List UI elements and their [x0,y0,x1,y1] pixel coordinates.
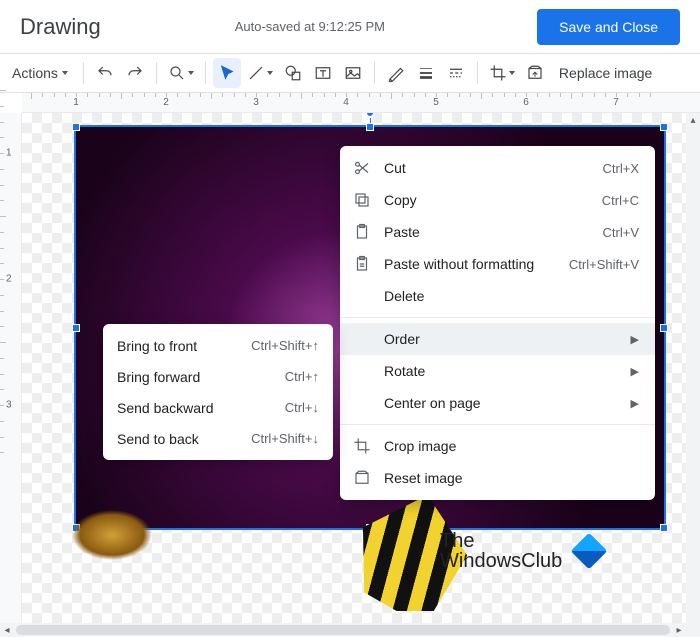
menu-item-reset-image[interactable]: Reset image [340,462,655,494]
scroll-right-icon[interactable]: ▸ [672,625,686,636]
scroll-track[interactable] [16,625,670,635]
reset-image-button[interactable] [521,58,549,88]
canvas-bee-image [40,499,160,589]
border-dash-button[interactable] [442,58,470,88]
watermark-logo-icon [571,533,608,570]
actions-menu-button[interactable]: Actions [4,58,76,88]
menu-item-crop-image[interactable]: Crop image [340,430,655,462]
toolbar: Actions Replace image [0,54,700,93]
crop-button[interactable] [485,58,519,88]
resize-handle-r[interactable] [660,324,668,332]
resize-handle-br[interactable] [660,524,668,532]
autosave-status: Auto-saved at 9:12:25 PM [125,19,537,34]
vertical-ruler: 123 [0,113,22,623]
redo-button[interactable] [121,58,149,88]
undo-button[interactable] [91,58,119,88]
order-submenu: Bring to front Ctrl+Shift+↑ Bring forwar… [103,324,333,460]
menu-item-paste-without-formatting[interactable]: Paste without formatting Ctrl+Shift+V [340,248,655,280]
horizontal-scrollbar[interactable]: ◂ ▸ [0,623,686,637]
copy-icon [352,191,372,209]
paste-plain-icon [352,255,372,273]
resize-handle-tr[interactable] [660,123,668,131]
replace-image-button[interactable]: Replace image [553,65,658,81]
dialog-title: Drawing [20,14,101,40]
rotation-handle[interactable] [366,113,374,117]
border-weight-button[interactable] [412,58,440,88]
menu-item-delete[interactable]: Delete [340,280,655,312]
watermark-line1: The [440,531,562,551]
save-and-close-button[interactable]: Save and Close [537,9,680,45]
resize-handle-tl[interactable] [72,123,80,131]
submenu-arrow-icon: ▶ [631,333,639,346]
submenu-arrow-icon: ▶ [631,397,639,410]
vertical-scrollbar[interactable]: ▴ [686,113,700,623]
menu-separator [340,317,655,318]
menu-item-copy[interactable]: Copy Ctrl+C [340,184,655,216]
line-tool-button[interactable] [243,58,277,88]
select-tool-button[interactable] [213,58,241,88]
resize-handle-t[interactable] [366,123,374,131]
textbox-tool-button[interactable] [309,58,337,88]
menu-item-cut[interactable]: Cut Ctrl+X [340,152,655,184]
menu-item-paste[interactable]: Paste Ctrl+V [340,216,655,248]
paste-icon [352,223,372,241]
submenu-item-send-backward[interactable]: Send backward Ctrl+↓ [103,392,333,423]
watermark: The WindowsClub [440,531,602,571]
border-color-button[interactable] [382,58,410,88]
submenu-item-send-to-back[interactable]: Send to back Ctrl+Shift+↓ [103,423,333,454]
resize-handle-l[interactable] [72,324,80,332]
submenu-item-bring-forward[interactable]: Bring forward Ctrl+↑ [103,361,333,392]
scrollbar-corner [686,623,700,637]
horizontal-ruler: 1234567 [22,93,700,113]
dialog-header: Drawing Auto-saved at 9:12:25 PM Save an… [0,0,700,54]
scroll-left-icon[interactable]: ◂ [0,625,14,636]
menu-item-order[interactable]: Order ▶ [340,323,655,355]
submenu-item-bring-to-front[interactable]: Bring to front Ctrl+Shift+↑ [103,330,333,361]
menu-item-center-on-page[interactable]: Center on page ▶ [340,387,655,419]
submenu-arrow-icon: ▶ [631,365,639,378]
crop-icon [352,437,372,455]
watermark-line2: WindowsClub [440,551,562,571]
menu-separator [340,424,655,425]
cut-icon [352,159,372,177]
context-menu: Cut Ctrl+X Copy Ctrl+C Paste Ctrl+V Past… [340,146,655,500]
zoom-button[interactable] [164,58,198,88]
menu-item-rotate[interactable]: Rotate ▶ [340,355,655,387]
image-tool-button[interactable] [339,58,367,88]
reset-image-icon [352,469,372,487]
scroll-up-icon[interactable]: ▴ [686,113,700,127]
shape-tool-button[interactable] [279,58,307,88]
